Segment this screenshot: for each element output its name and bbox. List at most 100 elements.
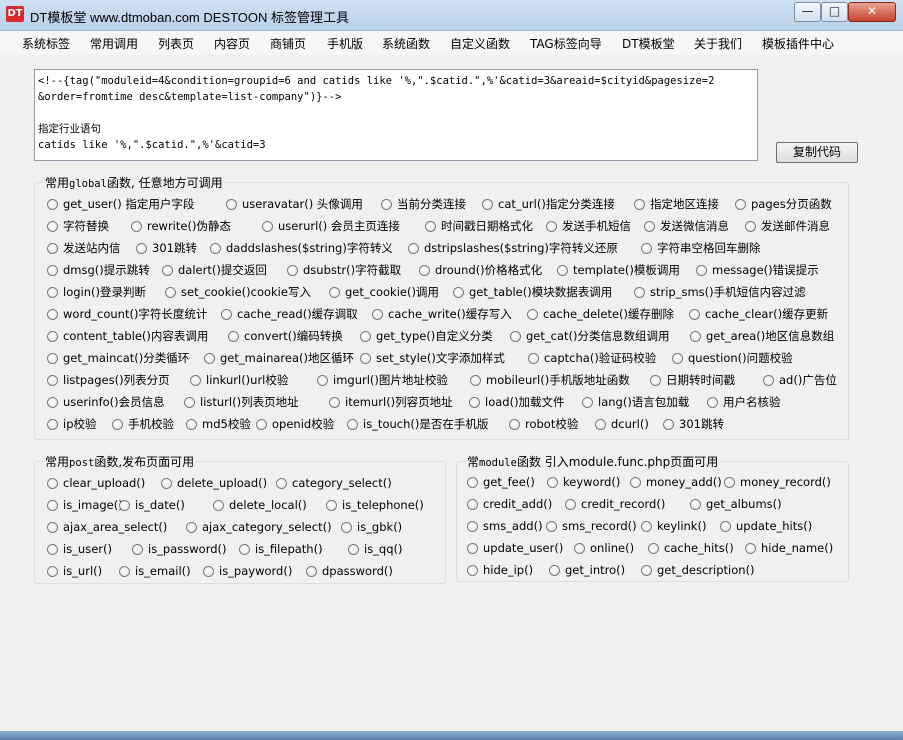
radio-button-icon[interactable]	[650, 375, 661, 386]
post-function-option[interactable]: is_password()	[132, 542, 227, 556]
global-function-option[interactable]: is_touch()是否在手机版	[347, 417, 488, 431]
global-function-option[interactable]: cache_read()缓存调取	[221, 307, 358, 321]
radio-button-icon[interactable]	[565, 499, 576, 510]
global-function-option[interactable]: robot校验	[509, 417, 578, 431]
radio-button-icon[interactable]	[641, 243, 652, 254]
radio-button-icon[interactable]	[763, 375, 774, 386]
radio-button-icon[interactable]	[47, 397, 58, 408]
global-function-option[interactable]: question()问题校验	[672, 351, 793, 365]
radio-button-icon[interactable]	[47, 309, 58, 320]
code-output-textarea[interactable]: <!--{tag("moduleid=4&condition=groupid=6…	[34, 69, 758, 161]
radio-button-icon[interactable]	[190, 375, 201, 386]
radio-button-icon[interactable]	[47, 419, 58, 430]
post-function-option[interactable]: is_payword()	[203, 564, 292, 578]
global-function-option[interactable]: message()错误提示	[696, 263, 819, 277]
radio-button-icon[interactable]	[419, 265, 430, 276]
module-function-option[interactable]: get_description()	[641, 563, 755, 577]
menu-item-7[interactable]: 自定义函数	[450, 35, 510, 52]
radio-button-icon[interactable]	[47, 375, 58, 386]
radio-button-icon[interactable]	[213, 500, 224, 511]
menu-item-3[interactable]: 内容页	[214, 35, 250, 52]
radio-button-icon[interactable]	[136, 243, 147, 254]
global-function-option[interactable]: load()加载文件	[469, 395, 565, 409]
radio-button-icon[interactable]	[724, 477, 735, 488]
radio-button-icon[interactable]	[47, 265, 58, 276]
global-function-option[interactable]: dmsg()提示跳转	[47, 263, 150, 277]
menu-item-8[interactable]: TAG标签向导	[530, 35, 602, 52]
radio-button-icon[interactable]	[228, 331, 239, 342]
radio-button-icon[interactable]	[634, 199, 645, 210]
close-button[interactable]: ✕	[848, 2, 896, 22]
global-function-option[interactable]: daddslashes($string)字符转义	[210, 241, 393, 255]
global-function-option[interactable]: mobileurl()手机版地址函数	[470, 373, 630, 387]
post-function-option[interactable]: clear_upload()	[47, 476, 145, 490]
radio-button-icon[interactable]	[735, 199, 746, 210]
radio-button-icon[interactable]	[467, 543, 478, 554]
radio-button-icon[interactable]	[132, 544, 143, 555]
radio-button-icon[interactable]	[630, 477, 641, 488]
radio-button-icon[interactable]	[690, 331, 701, 342]
radio-button-icon[interactable]	[131, 221, 142, 232]
radio-button-icon[interactable]	[549, 565, 560, 576]
module-function-option[interactable]: keylink()	[641, 519, 706, 533]
global-function-option[interactable]: cache_clear()缓存更新	[689, 307, 828, 321]
global-function-option[interactable]: 日期转时间戳	[650, 373, 735, 387]
radio-button-icon[interactable]	[329, 397, 340, 408]
radio-button-icon[interactable]	[47, 353, 58, 364]
radio-button-icon[interactable]	[47, 199, 58, 210]
global-function-option[interactable]: login()登录判断	[47, 285, 146, 299]
post-function-option[interactable]: category_select()	[276, 476, 392, 490]
menu-item-5[interactable]: 手机版	[327, 35, 363, 52]
global-function-option[interactable]: 301跳转	[663, 417, 724, 431]
module-function-option[interactable]: get_fee()	[467, 475, 535, 489]
global-function-option[interactable]: word_count()字符长度统计	[47, 307, 207, 321]
post-function-option[interactable]: is_user()	[47, 542, 112, 556]
radio-button-icon[interactable]	[341, 522, 352, 533]
radio-button-icon[interactable]	[641, 521, 652, 532]
radio-button-icon[interactable]	[47, 478, 58, 489]
global-function-option[interactable]: lang()语言包加载	[582, 395, 689, 409]
radio-button-icon[interactable]	[276, 478, 287, 489]
global-function-option[interactable]: 用户名核验	[707, 395, 781, 409]
global-function-option[interactable]: linkurl()url校验	[190, 373, 288, 387]
radio-button-icon[interactable]	[348, 544, 359, 555]
global-function-option[interactable]: 手机校验	[112, 417, 174, 431]
copy-code-button[interactable]: 复制代码	[776, 142, 858, 163]
radio-button-icon[interactable]	[634, 287, 645, 298]
maximize-button[interactable]: □	[821, 2, 848, 22]
global-function-option[interactable]: openid校验	[256, 417, 334, 431]
global-function-option[interactable]: dstripslashes($string)字符转义还原	[408, 241, 618, 255]
radio-button-icon[interactable]	[408, 243, 419, 254]
global-function-option[interactable]: 发送手机短信	[546, 219, 631, 233]
radio-button-icon[interactable]	[425, 221, 436, 232]
post-function-option[interactable]: dpassword()	[306, 564, 393, 578]
global-function-option[interactable]: 301跳转	[136, 241, 197, 255]
module-function-option[interactable]: get_intro()	[549, 563, 625, 577]
global-function-option[interactable]: listurl()列表页地址	[184, 395, 299, 409]
radio-button-icon[interactable]	[347, 419, 358, 430]
module-function-option[interactable]: sms_add()	[467, 519, 543, 533]
menu-item-0[interactable]: 系统标签	[22, 35, 70, 52]
radio-button-icon[interactable]	[165, 287, 176, 298]
global-function-option[interactable]: listpages()列表分页	[47, 373, 170, 387]
global-function-option[interactable]: get_mainarea()地区循环	[204, 351, 354, 365]
global-function-option[interactable]: template()模板调用	[557, 263, 680, 277]
radio-button-icon[interactable]	[467, 477, 478, 488]
radio-button-icon[interactable]	[528, 353, 539, 364]
radio-button-icon[interactable]	[546, 521, 557, 532]
radio-button-icon[interactable]	[226, 199, 237, 210]
minimize-button[interactable]: —	[794, 2, 821, 22]
global-function-option[interactable]: captcha()验证码校验	[528, 351, 656, 365]
radio-button-icon[interactable]	[509, 419, 520, 430]
menu-item-4[interactable]: 商铺页	[270, 35, 306, 52]
radio-button-icon[interactable]	[696, 265, 707, 276]
radio-button-icon[interactable]	[510, 331, 521, 342]
global-function-option[interactable]: imgurl()图片地址校验	[317, 373, 448, 387]
global-function-option[interactable]: dalert()提交返回	[162, 263, 267, 277]
radio-button-icon[interactable]	[329, 287, 340, 298]
radio-button-icon[interactable]	[381, 199, 392, 210]
radio-button-icon[interactable]	[112, 419, 123, 430]
radio-button-icon[interactable]	[161, 478, 172, 489]
radio-button-icon[interactable]	[119, 566, 130, 577]
radio-button-icon[interactable]	[47, 287, 58, 298]
